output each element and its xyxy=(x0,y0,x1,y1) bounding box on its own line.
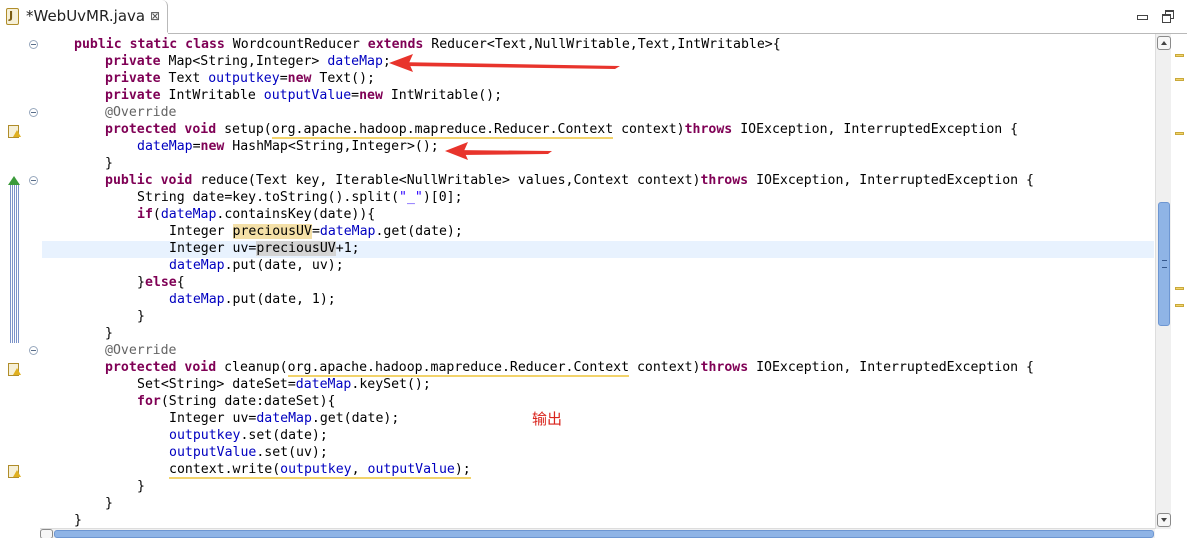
red-arrow-1 xyxy=(389,54,620,72)
close-icon[interactable]: ⊠ xyxy=(150,9,160,23)
overview-warning-mark[interactable] xyxy=(1175,78,1184,81)
java-file-icon xyxy=(6,8,19,25)
restore-icon[interactable] xyxy=(1162,10,1174,23)
horizontal-scrollbar[interactable] xyxy=(40,528,1155,538)
overview-warning-mark[interactable] xyxy=(1175,287,1184,290)
overview-warning-mark[interactable] xyxy=(1175,54,1184,57)
tab-title: *WebUvMR.java xyxy=(26,7,146,25)
editor-tab-bar: *WebUvMR.java ⊠ xyxy=(0,0,1187,34)
scroll-down-button[interactable] xyxy=(1157,513,1171,527)
horizontal-scroll-thumb[interactable] xyxy=(54,530,1154,538)
scroll-left-button[interactable] xyxy=(40,529,53,538)
arrow-down-icon xyxy=(1161,518,1167,522)
arrow-up-icon xyxy=(1161,41,1167,45)
overview-warning-mark[interactable] xyxy=(1175,304,1184,307)
vertical-scroll-thumb[interactable] xyxy=(1158,202,1170,326)
vertical-scrollbar[interactable] xyxy=(1155,34,1171,529)
minimize-icon[interactable] xyxy=(1136,10,1148,22)
annotation-arrows xyxy=(389,54,620,160)
scroll-up-button[interactable] xyxy=(1157,36,1171,50)
overview-warning-mark[interactable] xyxy=(1175,132,1184,135)
editor-tab[interactable]: *WebUvMR.java ⊠ xyxy=(0,0,168,33)
overview-ruler[interactable] xyxy=(1172,34,1187,529)
code-editor[interactable]: public static class WordcountReducer ext… xyxy=(0,34,1187,538)
red-arrow-2 xyxy=(445,142,552,160)
